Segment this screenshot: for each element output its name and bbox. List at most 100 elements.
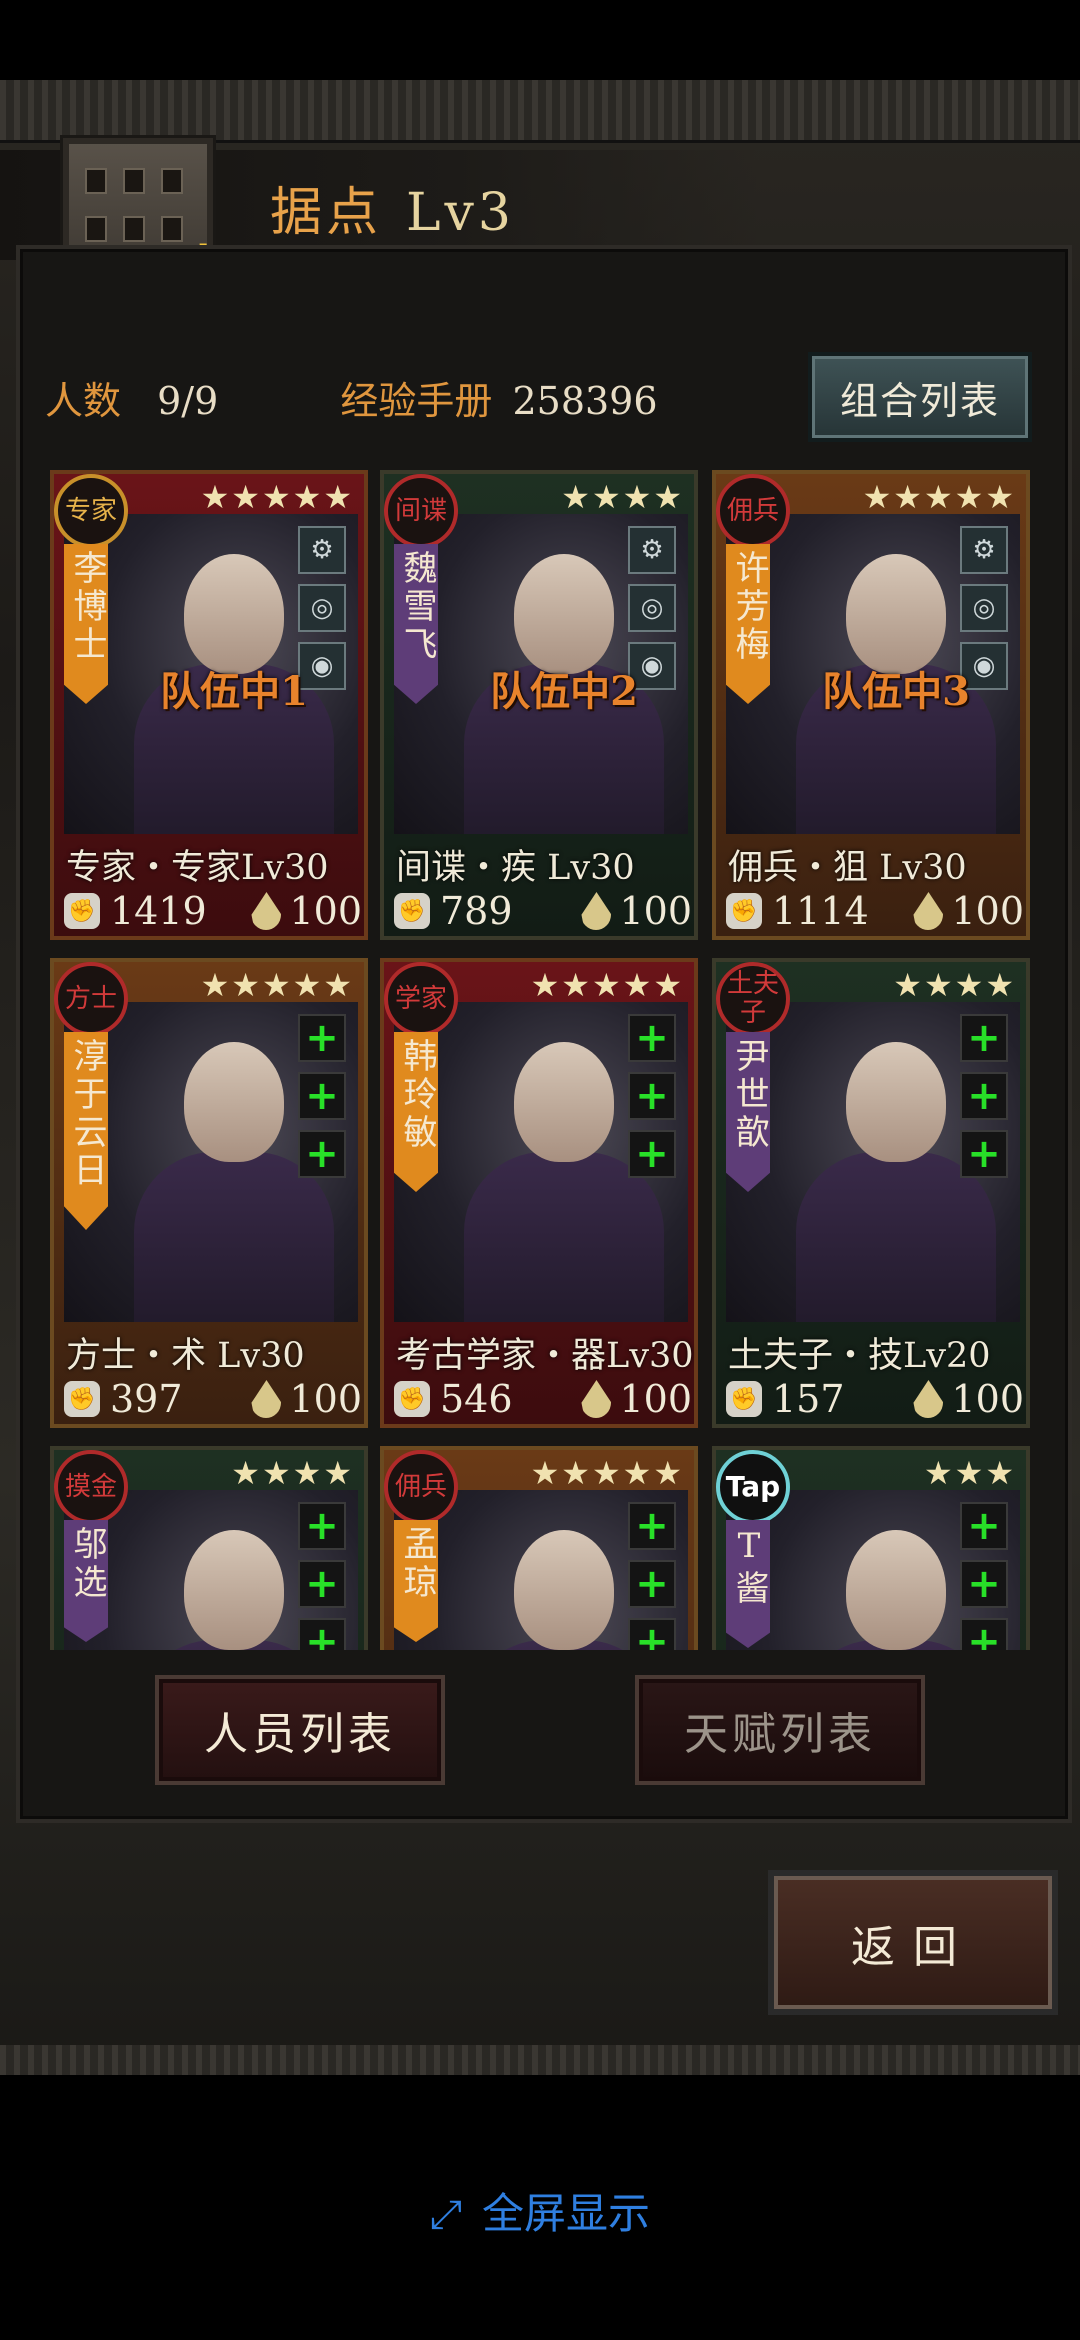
character-card[interactable]: 方士 ★★★★★ 淳于云日 + + + 方士・术 Lv30 ✊ 397 100 — [50, 958, 368, 1428]
fist-icon: ✊ — [726, 893, 762, 929]
class-level: 方士・术 Lv30 — [66, 1336, 305, 1376]
add-equipment-icon[interactable]: + — [298, 1618, 346, 1650]
character-card[interactable]: 间谍 ★★★★ 魏雪飞 ⚙ ◎ ◉ 队伍中2 间谍・疾 Lv30 ✊ 789 100 — [380, 470, 698, 940]
class-badge: 佣兵 — [384, 1450, 458, 1524]
talent-list-button[interactable]: 天赋列表 — [635, 1675, 925, 1785]
stat-line: ✊ 1419 100 — [64, 889, 362, 933]
equipment-slot[interactable]: ◎ — [628, 584, 676, 632]
power-value: 1114 — [772, 889, 869, 933]
exp-manual-count: 258396 — [512, 379, 658, 423]
exp-manual-label: 经验手册 — [340, 379, 493, 423]
stat-line: ✊ 1114 100 — [726, 889, 1024, 933]
star-rating: ★★★★★ — [530, 1454, 684, 1492]
add-equipment-icon[interactable]: + — [298, 1502, 346, 1550]
star-rating: ★★★★★ — [200, 966, 354, 1004]
character-name: T酱 — [726, 1520, 770, 1648]
add-equipment-icon[interactable]: + — [298, 1072, 346, 1120]
energy-value: 100 — [951, 889, 1024, 933]
back-button[interactable]: 返回 — [768, 1870, 1058, 2015]
energy-value: 100 — [289, 1377, 362, 1421]
equipment-slot[interactable]: ⚙ — [960, 526, 1008, 574]
class-level: 土夫子・技Lv20 — [728, 1336, 991, 1376]
energy-drop-icon — [251, 1380, 282, 1418]
energy-drop-icon — [913, 1380, 944, 1418]
energy-drop-icon — [581, 1380, 612, 1418]
add-equipment-icon[interactable]: + — [960, 1014, 1008, 1062]
equipment-column: + + + — [628, 1502, 680, 1650]
staff-list-button[interactable]: 人员列表 — [155, 1675, 445, 1785]
character-name: 魏雪飞 — [394, 544, 438, 704]
character-card[interactable]: 佣兵 ★★★★★ 孟琼 + + + — [380, 1446, 698, 1650]
add-equipment-icon[interactable]: + — [298, 1130, 346, 1178]
portrait-head — [514, 554, 614, 674]
fullscreen-label: 全屏显示 — [481, 2189, 650, 2238]
energy-drop-icon — [581, 892, 612, 930]
class-badge: 间谍 — [384, 474, 458, 548]
equipment-column: + + + — [960, 1502, 1012, 1650]
class-level: 间谍・疾 Lv30 — [396, 848, 635, 888]
add-equipment-icon[interactable]: + — [298, 1560, 346, 1608]
add-equipment-icon[interactable]: + — [628, 1072, 676, 1120]
equipment-slot[interactable]: ◎ — [298, 584, 346, 632]
equipment-slot[interactable]: ⚙ — [298, 526, 346, 574]
add-equipment-icon[interactable]: + — [628, 1130, 676, 1178]
character-name: 尹世歆 — [726, 1032, 770, 1192]
fist-icon: ✊ — [64, 893, 100, 929]
equipment-slot[interactable]: ◎ — [960, 584, 1008, 632]
portrait-head — [514, 1042, 614, 1162]
add-equipment-icon[interactable]: + — [960, 1502, 1008, 1550]
stat-line: ✊ 157 100 — [726, 1377, 1024, 1421]
character-card[interactable]: 摸金 ★★★★ 邬选 + + + — [50, 1446, 368, 1650]
stat-line: ✊ 789 100 — [394, 889, 692, 933]
character-card[interactable]: Tap ★★★ T酱 + + + — [712, 1446, 1030, 1650]
stat-line: ✊ 546 100 — [394, 1377, 692, 1421]
add-equipment-icon[interactable]: + — [628, 1618, 676, 1650]
class-level: 佣兵・狙 Lv30 — [728, 848, 967, 888]
class-badge: 佣兵 — [716, 474, 790, 548]
character-name: 淳于云日 — [64, 1032, 108, 1230]
character-name: 李博士 — [64, 544, 108, 704]
add-equipment-icon[interactable]: + — [628, 1502, 676, 1550]
fullscreen-toggle[interactable]: ⤢ 全屏显示 — [0, 2180, 1080, 2241]
add-equipment-icon[interactable]: + — [298, 1014, 346, 1062]
character-card[interactable]: 佣兵 ★★★★★ 许芳梅 ⚙ ◎ ◉ 队伍中3 佣兵・狙 Lv30 ✊ 1114 1… — [712, 470, 1030, 940]
class-badge: Tap — [716, 1450, 790, 1524]
portrait-head — [846, 1530, 946, 1650]
energy-drop-icon — [251, 892, 282, 930]
portrait-head — [514, 1530, 614, 1650]
add-equipment-icon[interactable]: + — [628, 1014, 676, 1062]
add-equipment-icon[interactable]: + — [960, 1130, 1008, 1178]
character-name: 韩玲敏 — [394, 1032, 438, 1192]
star-rating: ★★★★★ — [862, 478, 1016, 516]
energy-value: 100 — [289, 889, 362, 933]
add-equipment-icon[interactable]: + — [628, 1560, 676, 1608]
add-equipment-icon[interactable]: + — [960, 1560, 1008, 1608]
team-status: 队伍中2 — [490, 668, 638, 715]
power-value: 157 — [772, 1377, 845, 1421]
portrait-head — [846, 1042, 946, 1162]
people-label: 人数 — [45, 379, 122, 423]
power-value: 546 — [440, 1377, 513, 1421]
equipment-slot[interactable]: ⚙ — [628, 526, 676, 574]
title-text: 据点 — [270, 183, 383, 243]
portrait-head — [846, 554, 946, 674]
class-badge: 方士 — [54, 962, 128, 1036]
character-name: 许芳梅 — [726, 544, 770, 704]
character-name: 邬选 — [64, 1520, 108, 1642]
power-value: 397 — [110, 1377, 183, 1421]
bottom-border — [0, 2045, 1080, 2075]
add-equipment-icon[interactable]: + — [960, 1618, 1008, 1650]
class-badge: 专家 — [54, 474, 128, 548]
star-rating: ★★★★ — [893, 966, 1016, 1004]
character-grid[interactable]: 专家 ★★★★★ 李博士 ⚙ ◎ ◉ 队伍中1 专家・专家Lv30 ✊ 1419 1… — [50, 470, 1040, 1650]
fullscreen-icon: ⤢ — [429, 2192, 462, 2238]
combo-list-button[interactable]: 组合列表 — [808, 352, 1032, 442]
add-equipment-icon[interactable]: + — [960, 1072, 1008, 1120]
character-card[interactable]: 学家 ★★★★★ 韩玲敏 + + + 考古学家・器Lv30 ✊ 546 100 — [380, 958, 698, 1428]
character-card[interactable]: 土夫子 ★★★★ 尹世歆 + + + 土夫子・技Lv20 ✊ 157 100 — [712, 958, 1030, 1428]
energy-drop-icon — [913, 892, 944, 930]
character-card[interactable]: 专家 ★★★★★ 李博士 ⚙ ◎ ◉ 队伍中1 专家・专家Lv30 ✊ 1419 1… — [50, 470, 368, 940]
page-title: 据点 Lv3 — [270, 170, 515, 245]
character-name: 孟琼 — [394, 1520, 438, 1642]
class-badge: 学家 — [384, 962, 458, 1036]
